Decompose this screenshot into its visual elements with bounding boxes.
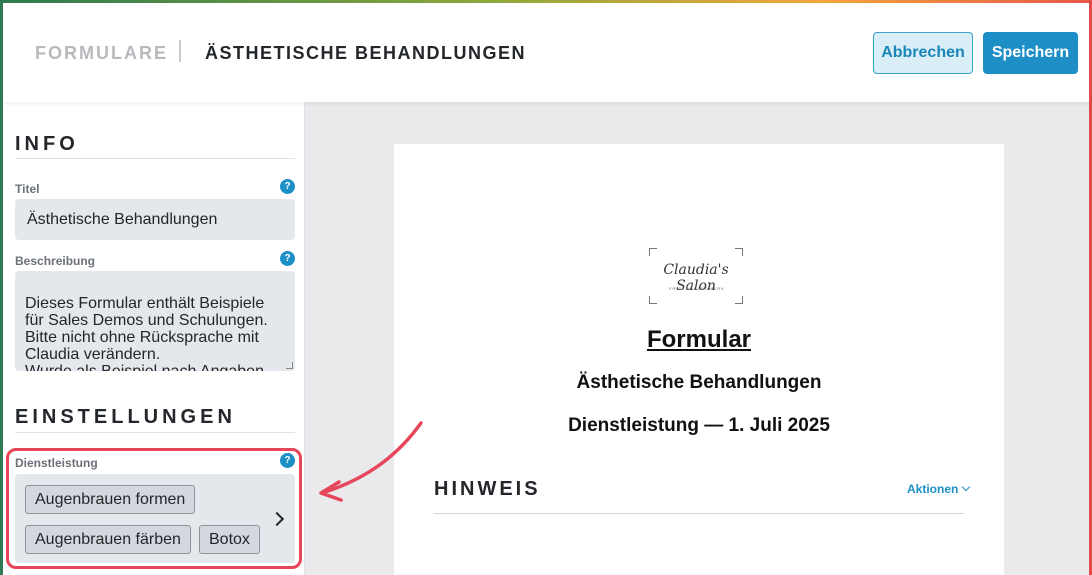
logo-corner [649,248,657,256]
description-textarea[interactable]: Dieses Formular enthält Beispiele für Sa… [15,271,295,371]
section-title-info: INFO [15,133,79,155]
section-divider [434,513,964,514]
help-icon[interactable]: ? [280,251,295,266]
help-icon[interactable]: ? [280,179,295,194]
document-heading: Formular [646,326,751,353]
description-label: Beschreibung [15,254,96,268]
section-title-settings: EINSTELLUNGEN [15,406,236,428]
logo-corner [735,296,743,304]
page-title: ÄSTHETISCHE BEHANDLUNGEN [205,43,527,63]
breadcrumb-parent[interactable]: FORMULARE [35,43,168,64]
top-gradient-bar [3,0,1089,3]
highlight-annotation [6,448,302,569]
breadcrumb-separator [179,40,181,62]
actions-label: Aktionen [907,482,959,496]
chevron-down-icon [962,482,971,492]
section-title-hinweis: HINWEIS [434,478,541,500]
description-text: Dieses Formular enthält Beispiele für Sa… [25,295,268,371]
app-frame: FORMULARE ÄSTHETISCHE BEHANDLUNGEN Abbre… [0,0,1092,575]
resize-handle-icon[interactable] [286,362,293,369]
logo-subtext: FRISEURHANDWERK [669,286,725,291]
save-button[interactable]: Speichern [983,32,1078,74]
actions-dropdown[interactable]: Aktionen [907,482,971,496]
title-input[interactable]: Ästhetische Behandlungen [15,199,295,240]
cancel-button[interactable]: Abbrechen [873,32,973,74]
form-preview: Claudia's Salon FRISEURHANDWERK Formular… [394,144,1004,575]
header: FORMULARE ÄSTHETISCHE BEHANDLUNGEN Abbre… [3,3,1089,102]
logo-corner [735,248,743,256]
logo-corner [649,296,657,304]
section-divider [15,432,295,433]
document-meta: Dienstleistung — 1. Juli 2025 [568,415,830,436]
section-divider [15,158,295,159]
document-subheading: Ästhetische Behandlungen [576,372,822,393]
title-label: Titel [15,182,40,196]
salon-logo: Claudia's Salon FRISEURHANDWERK [649,248,743,304]
